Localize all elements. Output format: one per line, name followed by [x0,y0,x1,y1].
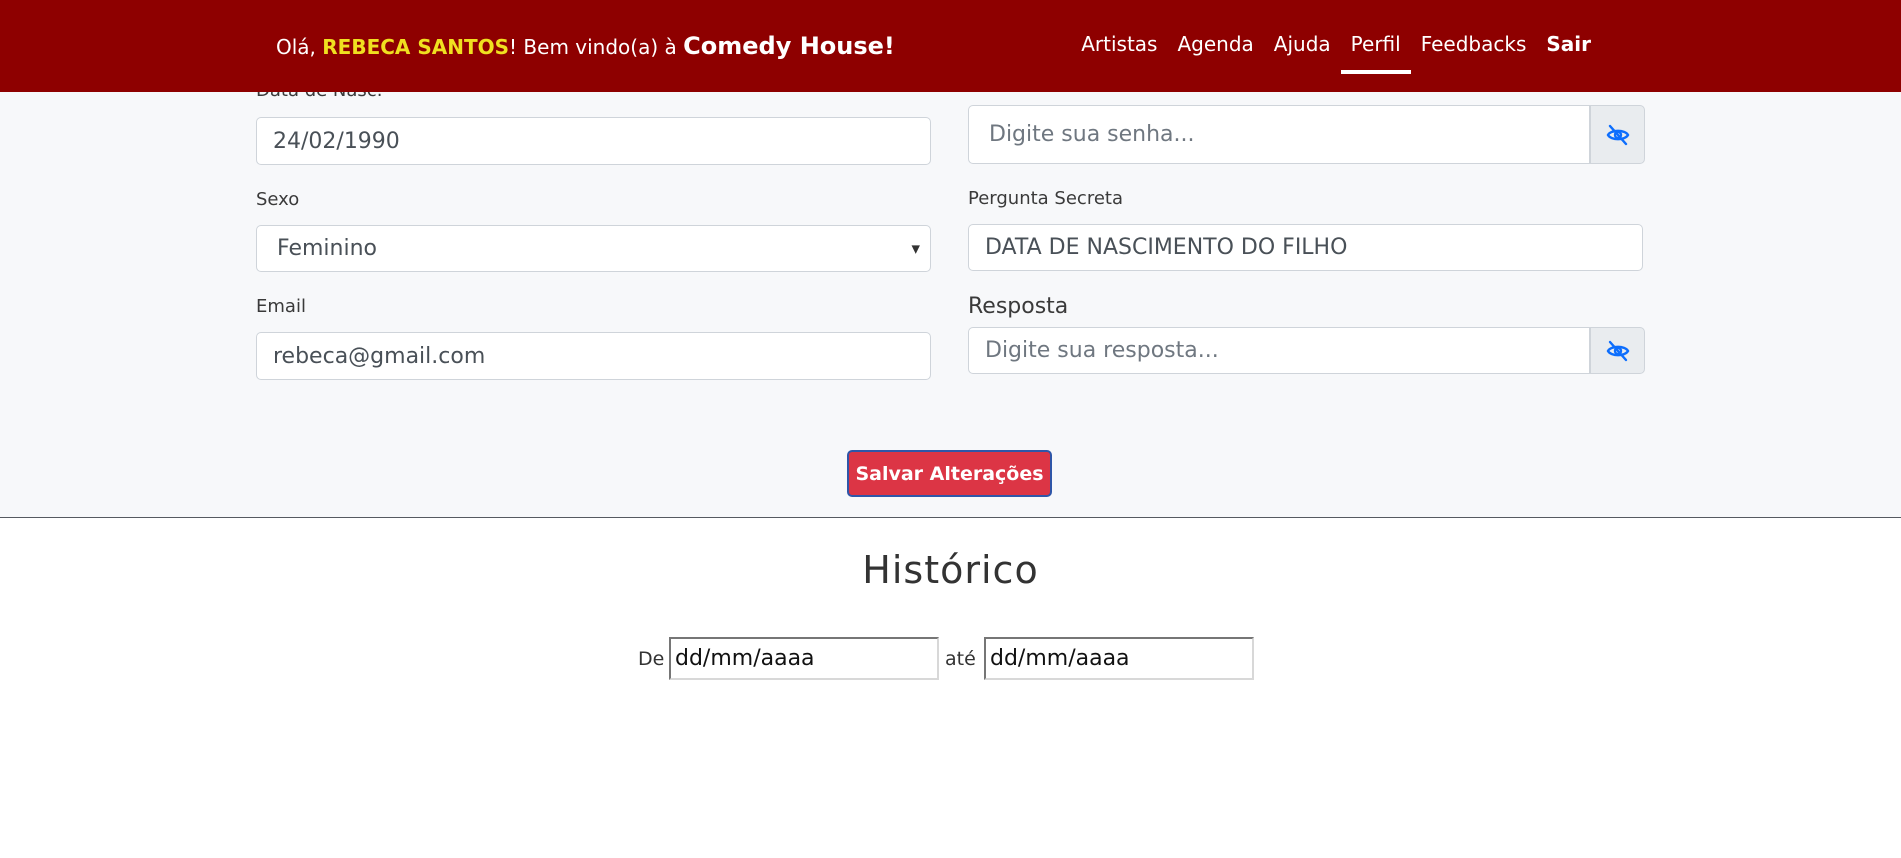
brand-name: Comedy House! [683,32,895,60]
history-title: Histórico [862,548,1039,592]
top-navbar: Olá, REBECA SANTOS! Bem vindo(a) à Comed… [0,0,1901,92]
nav-menu: Artistas Agenda Ajuda Perfil Feedbacks S… [1071,30,1601,74]
nav-link-agenda[interactable]: Agenda [1167,30,1263,74]
date-from-label: De [638,648,665,670]
sex-select[interactable]: Feminino ▼ [256,225,931,272]
eye-slash-icon [1606,340,1629,361]
eye-slash-icon [1606,124,1629,145]
nav-link-artistas[interactable]: Artistas [1071,30,1167,74]
email-field[interactable]: rebeca@gmail.com [256,332,931,380]
greeting-middle: ! Bem vindo(a) à [509,35,684,59]
password-field[interactable]: Digite sua senha... [968,105,1590,164]
sex-label: Sexo [256,189,300,210]
answer-field[interactable]: Digite sua resposta... [968,327,1590,374]
nav-link-feedbacks[interactable]: Feedbacks [1411,30,1537,74]
nav-link-sair[interactable]: Sair [1536,30,1601,74]
date-to-input[interactable]: dd/mm/aaaa [984,637,1254,680]
answer-toggle-button[interactable] [1590,327,1645,374]
nav-link-perfil[interactable]: Perfil [1340,30,1411,74]
welcome-message: Olá, REBECA SANTOS! Bem vindo(a) à Comed… [276,32,895,60]
secret-question-label: Pergunta Secreta [968,188,1123,209]
save-changes-button[interactable]: Salvar Alterações [847,450,1052,497]
user-name: REBECA SANTOS [322,35,510,59]
date-to-label: até [945,648,976,670]
birth-date-field[interactable]: 24/02/1990 [256,117,931,165]
answer-label: Resposta [968,294,1069,319]
sex-select-value: Feminino [277,236,377,261]
email-label: Email [256,296,306,317]
nav-link-ajuda[interactable]: Ajuda [1264,30,1341,74]
greeting-prefix: Olá, [276,35,323,59]
caret-down-icon: ▼ [911,242,920,255]
password-toggle-button[interactable] [1590,105,1645,164]
date-from-input[interactable]: dd/mm/aaaa [669,637,939,680]
secret-question-field[interactable]: DATA DE NASCIMENTO DO FILHO [968,224,1643,271]
